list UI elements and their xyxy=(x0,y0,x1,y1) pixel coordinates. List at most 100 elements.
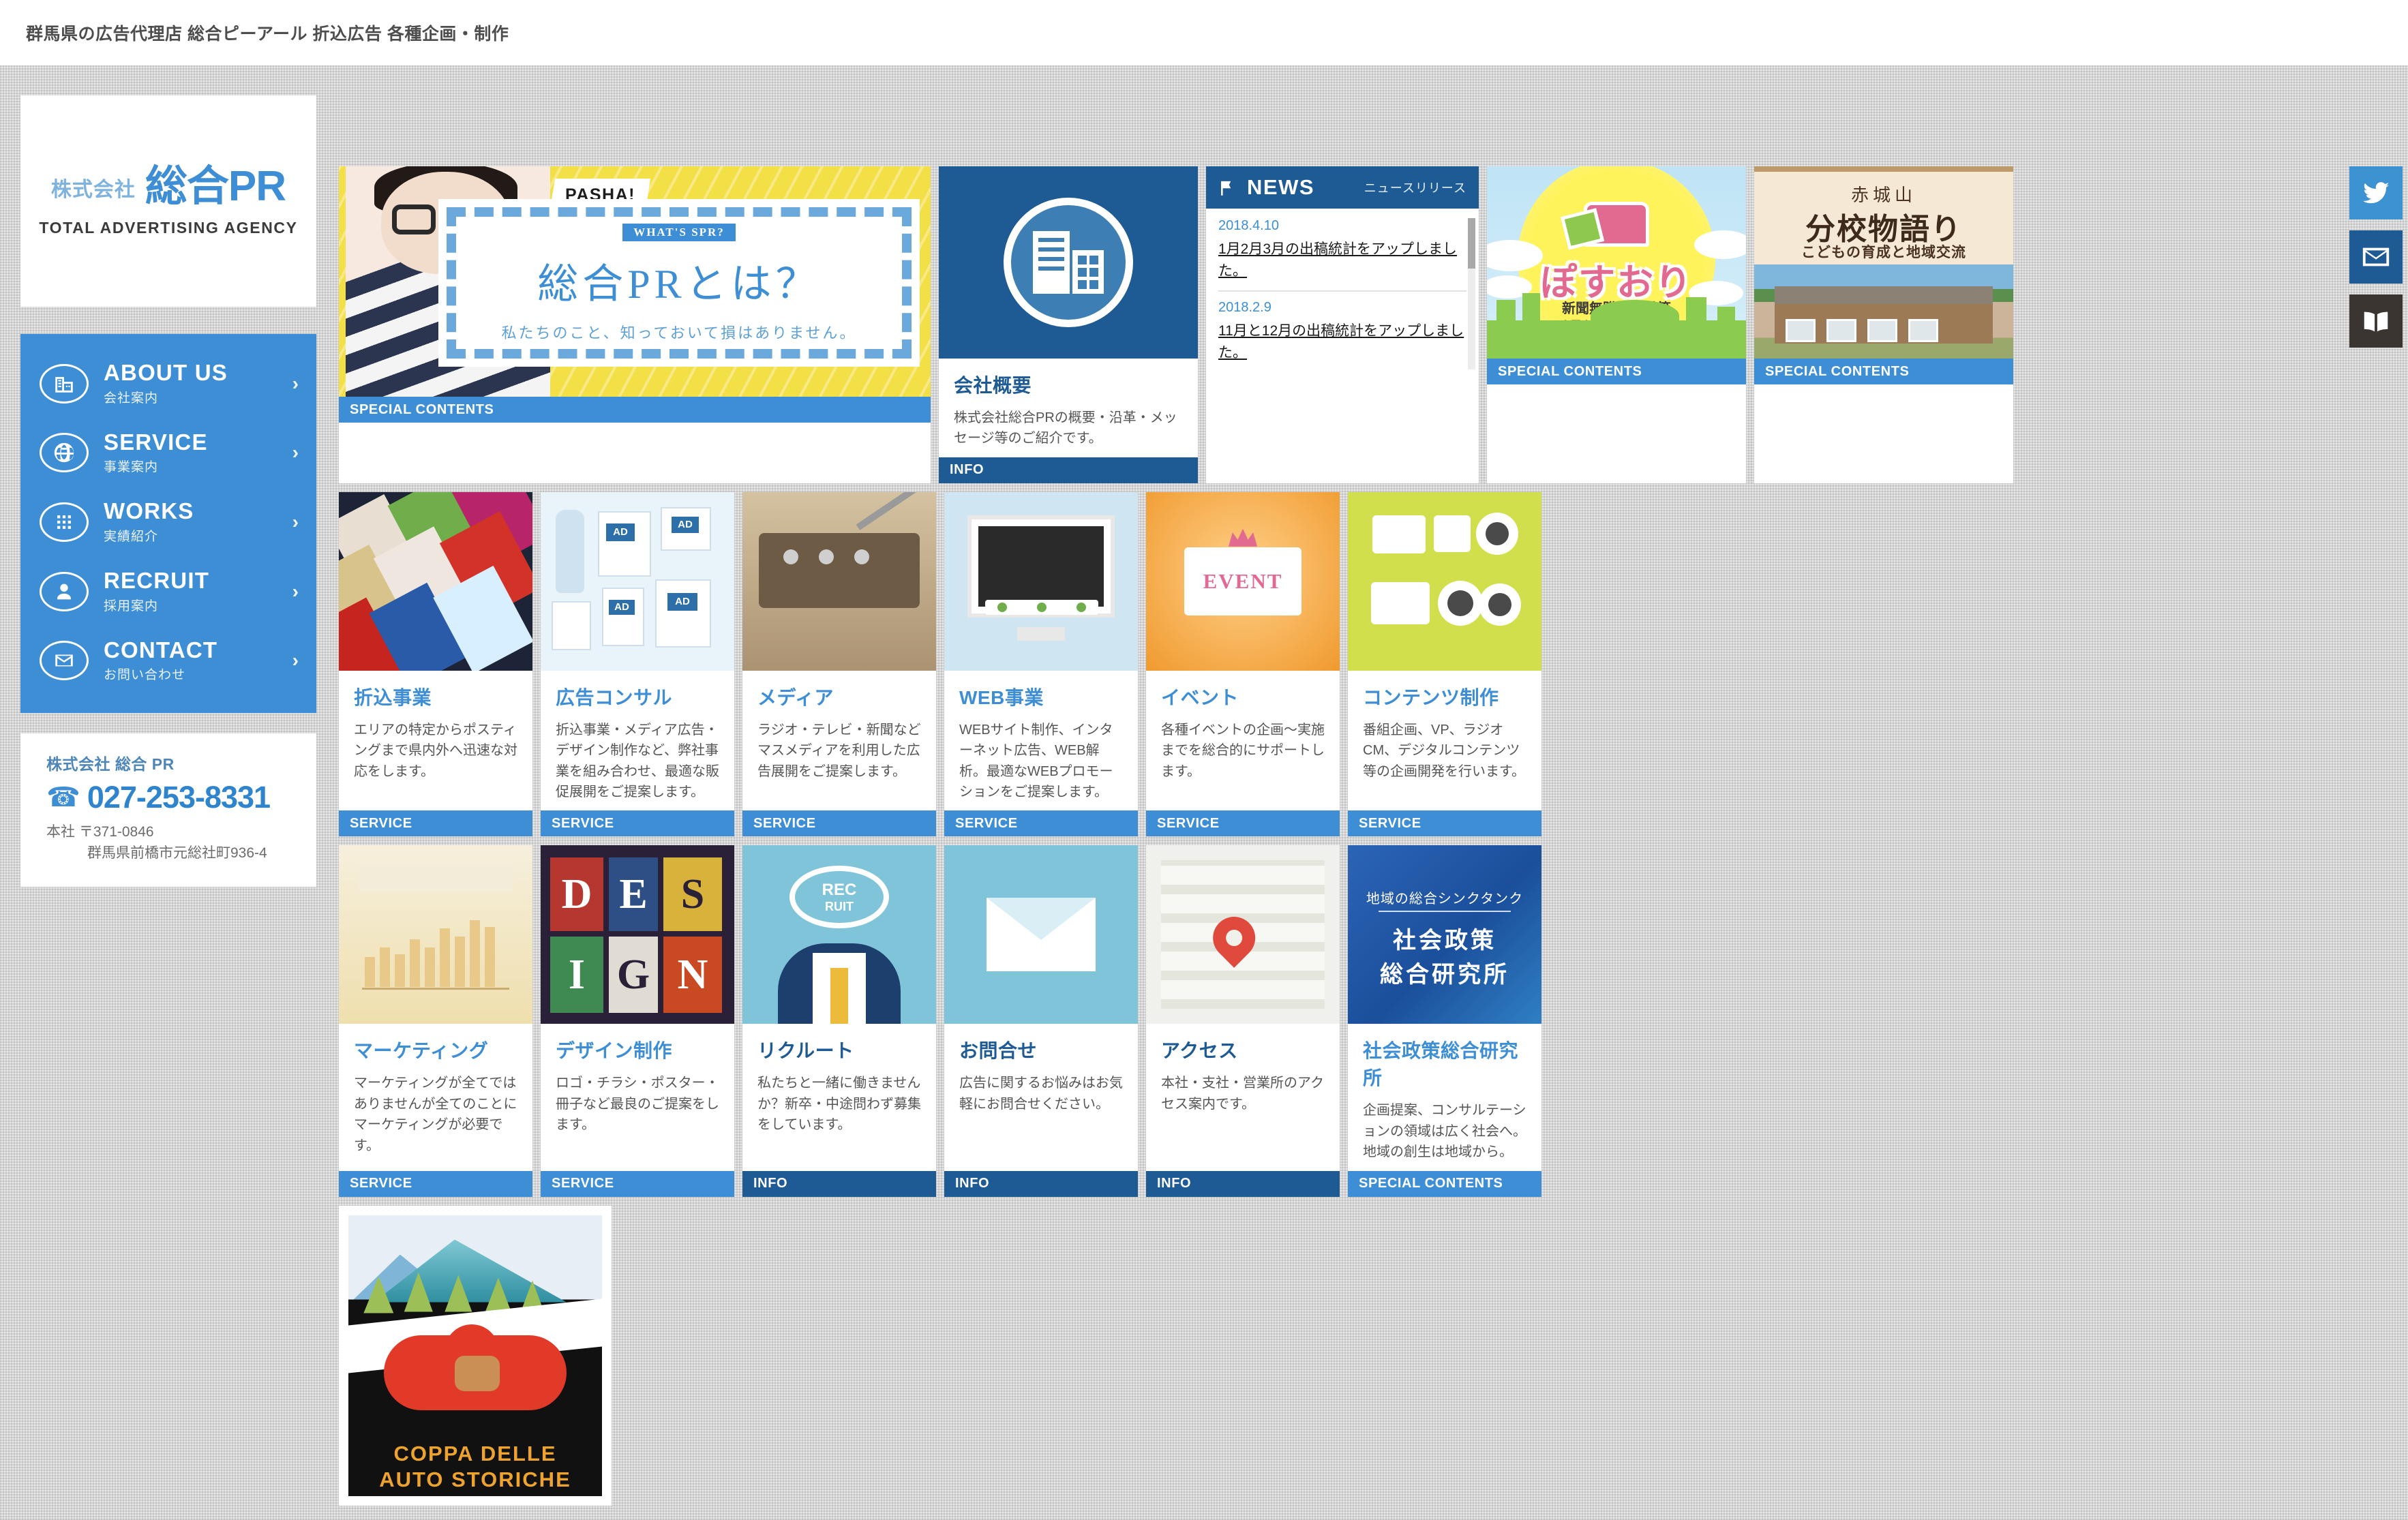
card-description: 各種イベントの企画〜実施までを総合的にサポートします。 xyxy=(1161,722,1325,779)
card-recruit[interactable]: REC RUIT リクルート 私たちと一緒に働きませんか？新卒・中途問わず募集を… xyxy=(742,845,936,1197)
driver-face xyxy=(455,1355,500,1391)
necktie-shape xyxy=(830,968,848,1024)
card-media[interactable]: メディア ラジオ・テレビ・新聞などマスメディアを利用した広告展開をご提案します。… xyxy=(742,491,936,837)
hero-card-inner: WHAT'S SPR? 総合PRとは？ 私たちのこと、知っておいて損はありません… xyxy=(447,207,912,359)
news-link[interactable]: 1月2月3月の出稿統計をアップしました。 xyxy=(1218,239,1466,282)
sidebar-item-label: WORKS 実績紹介 xyxy=(104,499,292,545)
card-thumbnail xyxy=(339,845,532,1024)
card-thumbnail: 地域の総合シンクタンク 社会政策 総合研究所 xyxy=(1348,845,1541,1024)
sidebar-item-label: RECRUIT 採用案内 xyxy=(104,568,292,614)
card-body: メディア ラジオ・テレビ・新聞などマスメディアを利用した広告展開をご提案します。 xyxy=(742,671,936,811)
nav-label-ja: 事業案内 xyxy=(104,460,159,475)
grid-row-2: 折込事業 エリアの特定からポスティングまで県内外へ迅速な対応をします。 SERV… xyxy=(339,491,2111,837)
card-orikomi[interactable]: 折込事業 エリアの特定からポスティングまで県内外へ迅速な対応をします。 SERV… xyxy=(339,491,532,837)
recruit-line-1: REC xyxy=(822,880,857,899)
card-thumbnail: 赤城山 分校物語り こどもの育成と地域交流 xyxy=(1754,166,2013,359)
card-body: WEB事業 WEBサイト制作、インターネット広告、WEB解析。最適なWEBプロモ… xyxy=(944,671,1138,811)
card-tag: INFO xyxy=(944,1170,1138,1197)
card-thumbnail xyxy=(742,491,936,671)
open-book-icon xyxy=(2364,311,2388,332)
grid-row-3: マーケティング マーケティングが全てではありませんが全てのことにマーケティングが… xyxy=(339,845,2111,1197)
site-logo[interactable]: 株式会社 総合PR TOTAL ADVERTISING AGENCY xyxy=(20,95,316,307)
building-shape xyxy=(1522,293,1540,331)
contact-phone[interactable]: ☎ 027-253-8331 xyxy=(46,780,316,815)
card-title: リクルート xyxy=(757,1040,854,1062)
card-tag: INFO xyxy=(742,1170,936,1197)
card-title: 社会政策総合研究所 xyxy=(1363,1040,1519,1089)
card-access[interactable]: アクセス 本社・支社・営業所のアクセス案内です。 INFO xyxy=(1146,845,1340,1197)
card-event[interactable]: EVENT イベント 各種イベントの企画〜実施までを総合的にサポートします。 S… xyxy=(1146,491,1340,837)
design-letter: D xyxy=(550,857,603,932)
mail-icon xyxy=(40,641,89,681)
contact-address: 本社 〒371-0846 群馬県前橋市元総社町936-4 xyxy=(46,822,316,864)
card-social-policy-institute[interactable]: 地域の総合シンクタンク 社会政策 総合研究所 社会政策総合研究所 企画提案、コン… xyxy=(1348,845,1541,1197)
news-scrollbar[interactable] xyxy=(1468,218,1475,369)
card-company-overview[interactable]: 会社概要 株式会社総合PRの概要・沿革・メッセージ等のご紹介です。 INFO xyxy=(939,166,1198,483)
grid-icon xyxy=(40,502,89,543)
card-body: お問合せ 広告に関するお悩みはお気軽にお問合せください。 xyxy=(944,1024,1138,1170)
card-poster[interactable]: COPPA DELLE AUTO STORICHE xyxy=(339,1205,612,1506)
card-contact[interactable]: お問合せ 広告に関するお悩みはお気軽にお問合せください。 INFO xyxy=(944,845,1138,1197)
news-link[interactable]: 11月と12月の出稿統計をアップしました。 xyxy=(1218,320,1466,363)
card-description: マーケティングが全てではありませんが全てのことにマーケティングが必要です。 xyxy=(354,1076,517,1153)
card-thumbnail: EVENT xyxy=(1146,491,1340,671)
news-subtitle: ニュースリリース xyxy=(1364,181,1466,195)
design-letter: G xyxy=(609,937,658,1014)
card-title: イベント xyxy=(1161,686,1239,708)
card-ad-consul[interactable]: AD AD AD AD 広告コンサル 折込事業・メディア広告・デザイン制作など、… xyxy=(541,491,734,837)
design-letter: S xyxy=(663,857,722,932)
card-design[interactable]: D E S I G N デザイン制作 ロゴ・チラシ・ポスター・冊子など最良のご提… xyxy=(541,845,734,1197)
social-rail xyxy=(2349,166,2403,359)
news-list[interactable]: 2018.4.10 1月2月3月の出稿統計をアップしました。 2018.2.9 … xyxy=(1206,209,1479,369)
card-bunko-monogatari[interactable]: 赤城山 分校物語り こどもの育成と地域交流 SPECIAL CONTENTS xyxy=(1754,166,2013,483)
list-item[interactable]: 2018.2.9 11月と12月の出稿統計をアップしました。 xyxy=(1218,300,1466,369)
sidebar-item-works[interactable]: WORKS 実績紹介 › xyxy=(20,487,316,557)
sidebar-item-about-us[interactable]: ABOUT US 会社案内 › xyxy=(20,349,316,419)
top-rule xyxy=(1754,166,2013,172)
sidebar-item-contact[interactable]: CONTACT お問い合わせ › xyxy=(20,626,316,696)
card-tag: INFO xyxy=(939,457,1198,483)
telephone-icon: ☎ xyxy=(46,782,80,813)
divider xyxy=(1379,911,1511,913)
card-posuori[interactable]: ぽすおり 新聞無購読世帯等 チラシ配達サービス SPECIAL CONTENTS xyxy=(1487,166,1746,483)
card-title: 広告コンサル xyxy=(556,686,673,708)
list-item[interactable]: 2018.4.10 1月2月3月の出稿統計をアップしました。 xyxy=(1218,218,1466,292)
building-glyph xyxy=(1033,231,1104,294)
think-line-3: 総合研究所 xyxy=(1380,962,1509,988)
card-marketing[interactable]: マーケティング マーケティングが全てではありませんが全てのことにマーケティングが… xyxy=(339,845,532,1197)
envelope-icon xyxy=(987,898,1096,972)
chevron-right-icon: › xyxy=(292,442,299,463)
logo-wordmark: 株式会社 総合PR xyxy=(51,165,286,208)
news-date: 2018.2.9 xyxy=(1218,300,1271,315)
card-description: ロゴ・チラシ・ポスター・冊子など最良のご提案をします。 xyxy=(556,1076,719,1133)
contact-company-name: 株式会社 総合 PR xyxy=(46,755,175,774)
scrollbar-thumb[interactable] xyxy=(1468,218,1475,269)
hero-badge: WHAT'S SPR? xyxy=(622,223,736,241)
card-title: デザイン制作 xyxy=(556,1040,673,1062)
card-description: 折込事業・メディア広告・デザイン制作など、弊社事業を組み合わせ、最適な販促展開を… xyxy=(556,722,719,800)
card-description: 本社・支社・営業所のアクセス案内です。 xyxy=(1161,1076,1324,1112)
nav-label-en: SERVICE xyxy=(104,429,208,455)
card-tag: SPECIAL CONTENTS xyxy=(339,397,931,423)
hero-thumbnail: PASHA! WHAT'S SPR? 総合PRとは？ 私たちのこと、知っておいて… xyxy=(339,166,931,397)
sidebar-item-recruit[interactable]: RECRUIT 採用案内 › xyxy=(20,557,316,626)
bottle-shape xyxy=(556,509,584,593)
design-letter: I xyxy=(550,937,603,1014)
card-hero-whats-spr[interactable]: PASHA! WHAT'S SPR? 総合PRとは？ 私たちのこと、知っておいて… xyxy=(339,166,931,483)
sidebar-item-label: CONTACT お問い合わせ xyxy=(104,638,292,684)
hill-shape xyxy=(1591,300,1679,331)
card-title: 折込事業 xyxy=(354,686,432,708)
mail-button[interactable] xyxy=(2349,230,2403,284)
card-body: マーケティング マーケティングが全てではありませんが全てのことにマーケティングが… xyxy=(339,1024,532,1170)
card-title: お問合せ xyxy=(959,1040,1038,1062)
twitter-button[interactable] xyxy=(2349,166,2403,219)
card-description: 企画提案、コンサルテーションの領域は広く社会へ。地域の創生は地域から。 xyxy=(1363,1103,1526,1160)
card-contents[interactable]: コンテンツ制作 番組企画、VP、ラジオCM、デジタルコンテンツ等の企画開発を行い… xyxy=(1348,491,1541,837)
card-tag: SERVICE xyxy=(339,1170,532,1197)
sidebar-item-service[interactable]: SERVICE 事業案内 › xyxy=(20,419,316,488)
logo-subtitle: TOTAL ADVERTISING AGENCY xyxy=(39,218,298,237)
hero-subtitle: 私たちのこと、知っておいて損はありません。 xyxy=(501,324,857,341)
card-web[interactable]: WEB事業 WEBサイト制作、インターネット広告、WEB解析。最適なWEBプロモ… xyxy=(944,491,1138,837)
catalog-button[interactable] xyxy=(2349,294,2403,348)
sidebar-item-label: SERVICE 事業案内 xyxy=(104,429,292,476)
